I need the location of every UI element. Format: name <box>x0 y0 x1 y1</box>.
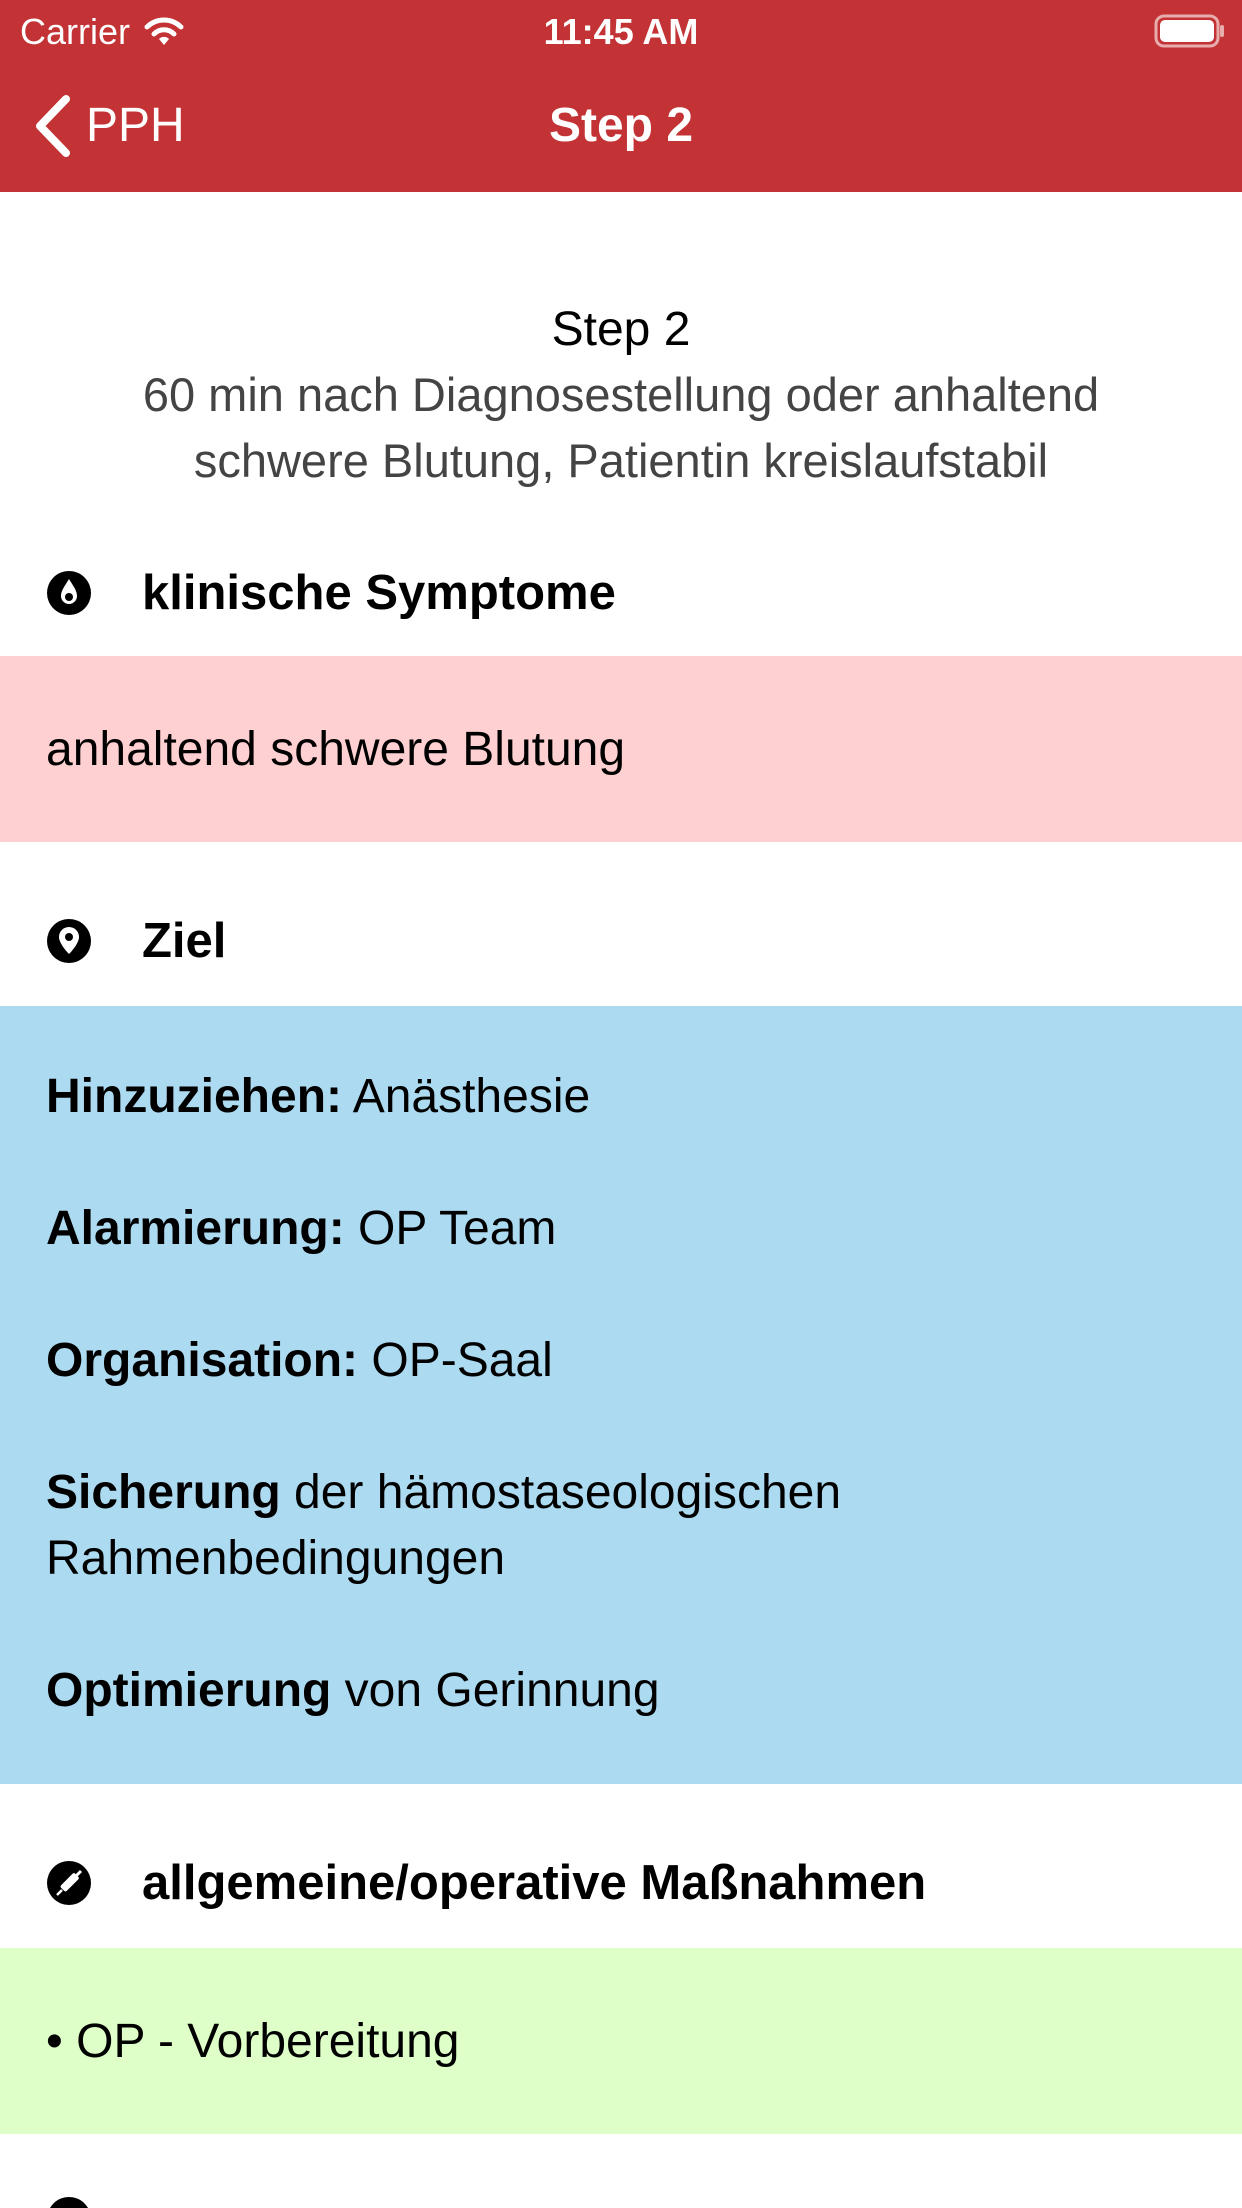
step-heading: Step 2 <box>551 303 691 356</box>
syringe-icon <box>47 1861 91 1905</box>
measures-text: • OP - Vorbereitung <box>46 2014 460 2068</box>
battery-icon <box>1154 14 1224 48</box>
goal-line-key: Alarmierung: <box>46 1202 345 1255</box>
goal-line-key: Organisation: <box>46 1334 359 1387</box>
navigation-bar: Carrier 11:45 AM PPH Step 2 <box>0 0 1242 192</box>
goal-line-value: OP-Saal <box>358 1334 553 1387</box>
section-header-measures: allgemeine/operative Maßnahmen <box>0 1828 1242 1938</box>
goal-line: Hinzuziehen: Anästhesie <box>46 1064 1196 1130</box>
goal-line-value: von Gerinnung <box>331 1664 660 1717</box>
section-title-goal: Ziel <box>142 914 227 968</box>
section-header-symptoms: klinische Symptome <box>0 538 1242 648</box>
goal-line: Organisation: OP-Saal <box>46 1328 1196 1394</box>
measures-panel: • OP - Vorbereitung <box>0 1948 1242 2134</box>
symptoms-panel: anhaltend schwere Blutung <box>0 656 1242 842</box>
goal-panel: Hinzuziehen: Anästhesie Alarmierung: OP … <box>0 1006 1242 1784</box>
location-pin-icon <box>47 919 91 963</box>
next-section-icon <box>49 2197 89 2208</box>
goal-line-key: Hinzuziehen: <box>46 1070 342 1123</box>
status-time: 11:45 AM <box>543 11 699 52</box>
section-title-measures: allgemeine/operative Maßnahmen <box>142 1856 927 1910</box>
blood-drop-icon <box>47 571 91 615</box>
section-title-symptoms: klinische Symptome <box>142 566 616 620</box>
step-subtitle: 60 min nach Diagnosestellung oder anhalt… <box>142 368 1100 487</box>
symptoms-text: anhaltend schwere Blutung <box>46 722 626 776</box>
goal-line-key: Sicherung <box>46 1466 281 1519</box>
goal-line: Alarmierung: OP Team <box>46 1196 1196 1262</box>
goal-line-value: Anästhesie <box>342 1070 591 1123</box>
goal-line: Sicherung der hämostaseologischen Rahmen… <box>46 1460 1196 1592</box>
screen: Carrier 11:45 AM PPH Step 2 Step 2 60 mi… <box>0 0 1242 2208</box>
nav-title: Step 2 <box>548 99 694 152</box>
goal-line-value: OP Team <box>344 1202 557 1255</box>
goal-line: Optimierung von Gerinnung <box>46 1658 1196 1724</box>
goal-line-key: Optimierung <box>46 1664 332 1717</box>
section-header-goal: Ziel <box>0 886 1242 996</box>
